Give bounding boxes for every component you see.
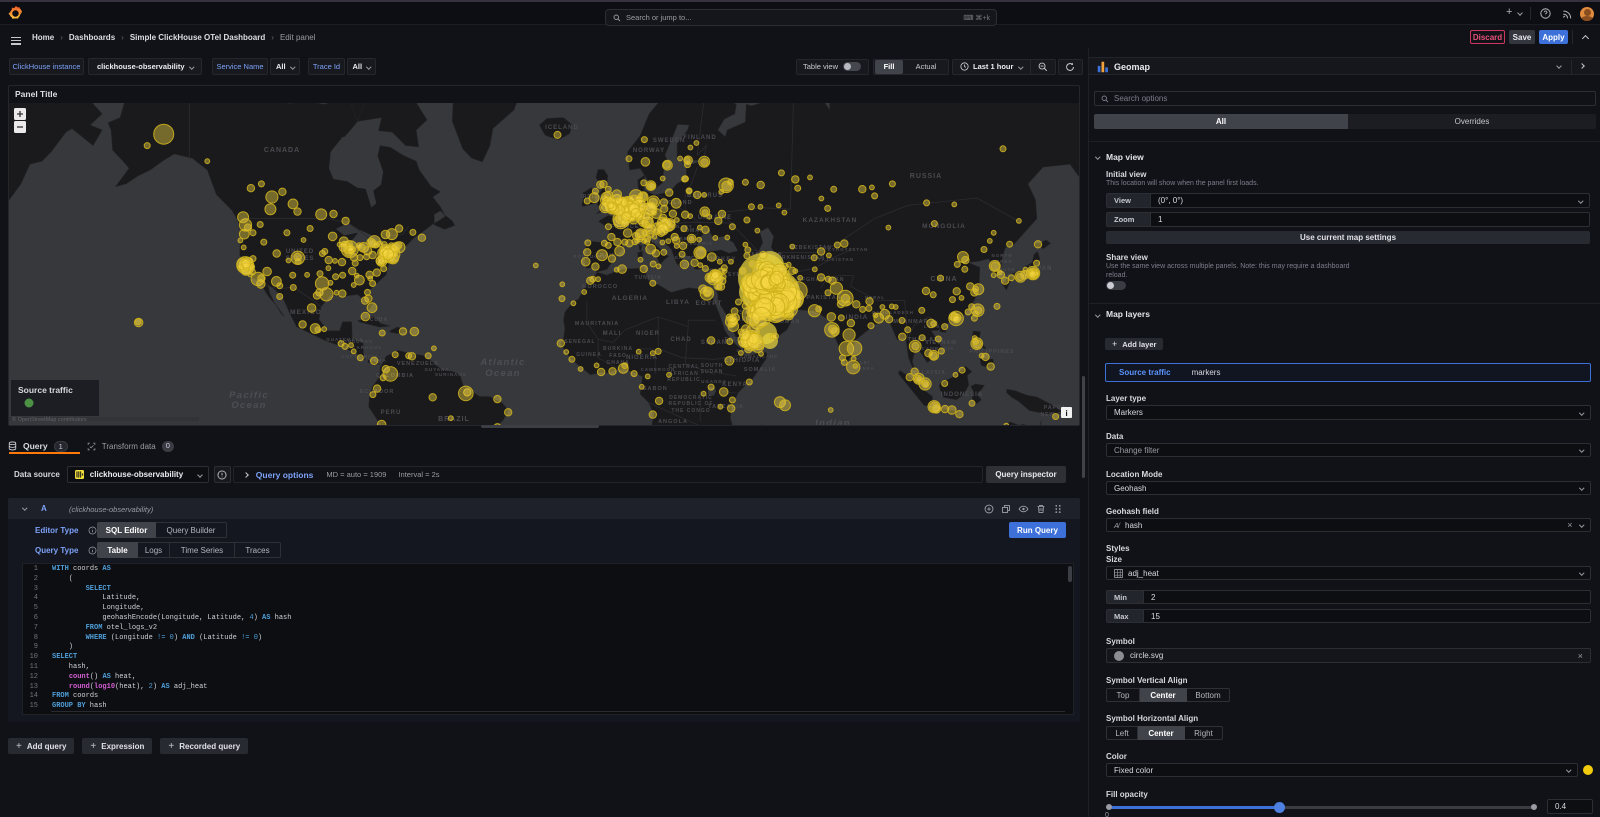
svg-text:CAMEROON: CAMEROON — [641, 367, 676, 372]
svg-text:MAURITANIA: MAURITANIA — [575, 321, 619, 327]
svg-text:PAKISTAN: PAKISTAN — [806, 295, 841, 301]
svg-text:GABON: GABON — [642, 386, 667, 392]
svg-text:EGYPT: EGYPT — [695, 300, 722, 307]
svg-text:CUBA: CUBA — [370, 317, 388, 323]
svg-text:Source traffic: Source traffic — [18, 385, 73, 395]
svg-text:THE CONGO: THE CONGO — [671, 408, 710, 414]
svg-text:REPUBLIC: REPUBLIC — [667, 377, 701, 383]
svg-text:FASO: FASO — [609, 353, 627, 359]
svg-text:PERU: PERU — [381, 410, 402, 416]
svg-text:INDONESIA: INDONESIA — [941, 392, 983, 398]
svg-text:UGANDA: UGANDA — [701, 379, 727, 384]
svg-text:NORWAY: NORWAY — [633, 148, 665, 154]
svg-text:NIGER: NIGER — [636, 331, 660, 337]
svg-text:CANADA: CANADA — [264, 147, 300, 154]
svg-text:SOMALIA: SOMALIA — [744, 367, 776, 373]
svg-text:TUNISIA: TUNISIA — [635, 275, 662, 281]
svg-text:BRAZIL: BRAZIL — [438, 416, 470, 423]
svg-text:BURKINA: BURKINA — [603, 346, 633, 352]
svg-text:MALI: MALI — [603, 331, 622, 337]
svg-text:Atlantic: Atlantic — [479, 357, 525, 368]
svg-text:GUYANA: GUYANA — [424, 367, 449, 372]
svg-text:GUINEA: GUINEA — [576, 352, 601, 358]
svg-text:REPUBLIC OF: REPUBLIC OF — [669, 401, 714, 407]
svg-text:TAJIKISTAN: TAJIKISTAN — [818, 257, 854, 262]
svg-text:LIBYA: LIBYA — [666, 299, 690, 306]
svg-text:i: i — [1065, 408, 1067, 418]
svg-text:Indian: Indian — [815, 418, 851, 425]
svg-text:Ocean: Ocean — [231, 400, 267, 411]
svg-text:FINLAND: FINLAND — [683, 135, 716, 141]
svg-text:MEXICO: MEXICO — [290, 309, 322, 316]
svg-text:UZBEKISTAN: UZBEKISTAN — [790, 245, 832, 251]
svg-text:NORTH: NORTH — [992, 253, 1013, 258]
svg-text:Ocean: Ocean — [485, 368, 521, 379]
svg-text:MONGOLIA: MONGOLIA — [922, 223, 966, 230]
svg-text:CHAD: CHAD — [670, 337, 691, 343]
svg-text:KYRGYZSTAN: KYRGYZSTAN — [828, 247, 869, 252]
svg-text:RUSSIA: RUSSIA — [910, 173, 942, 180]
svg-text:CHINA: CHINA — [930, 276, 957, 283]
svg-text:© OpenStreetMap contributors: © OpenStreetMap contributors — [12, 416, 87, 423]
svg-text:MOROCCO: MOROCCO — [582, 284, 618, 290]
svg-text:TANZANIA: TANZANIA — [708, 404, 744, 410]
svg-text:ICELAND: ICELAND — [545, 125, 579, 131]
svg-text:SRI: SRI — [860, 360, 870, 365]
svg-text:SURINAME: SURINAME — [435, 372, 467, 377]
svg-text:ALGERIA: ALGERIA — [612, 295, 648, 302]
svg-text:KAZAKHSTAN: KAZAKHSTAN — [803, 217, 858, 224]
svg-text:SENEGAL: SENEGAL — [564, 339, 595, 345]
svg-text:ANGOLA: ANGOLA — [658, 419, 688, 425]
svg-text:SWEDEN: SWEDEN — [653, 138, 685, 144]
svg-text:SUDAN: SUDAN — [701, 369, 724, 375]
